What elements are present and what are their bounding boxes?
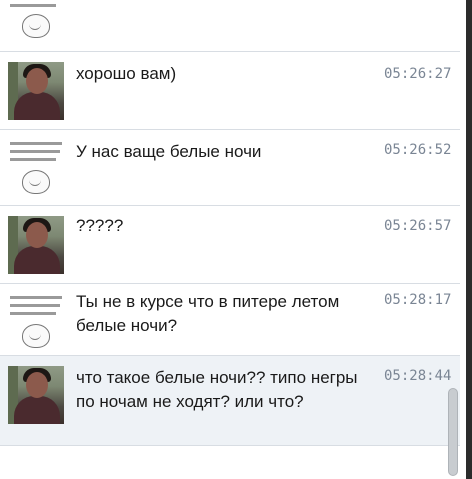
user-avatar[interactable] — [8, 216, 64, 274]
message-text: хорошо вам) — [76, 64, 177, 83]
user-avatar[interactable] — [8, 366, 64, 424]
scrollbar-thumb[interactable] — [448, 388, 458, 476]
meme-avatar[interactable] — [8, 0, 64, 42]
message-text: что такое белые ночи?? типо негры по ноч… — [76, 368, 358, 411]
message-time: 05:28:17 — [384, 292, 452, 308]
message-row: Ты не в курсе что в питере летом белые н… — [0, 284, 460, 356]
message-text: Ты не в курсе что в питере летом белые н… — [76, 292, 340, 335]
message-text: У нас ваще белые ночи — [76, 142, 262, 161]
message-text: ????? — [76, 216, 124, 235]
message-time: 05:26:52 — [384, 142, 452, 158]
meme-avatar[interactable] — [8, 138, 64, 196]
message-time: 05:28:44 — [384, 368, 452, 384]
message-row: У нас ваще белые ночи 05:26:52 — [0, 130, 460, 206]
message-row: что такое белые ночи?? типо негры по ноч… — [0, 356, 460, 446]
message-time: 05:26:57 — [384, 218, 452, 234]
message-row: хорошо вам) 05:26:27 — [0, 52, 460, 130]
message-time: 05:26:27 — [384, 66, 452, 82]
message-row: ????? 05:26:57 — [0, 206, 460, 284]
chat-window: хорошо вам) 05:26:27 У нас ваще белые но… — [0, 0, 466, 479]
user-avatar[interactable] — [8, 62, 64, 120]
meme-avatar[interactable] — [8, 292, 64, 350]
message-row — [0, 0, 460, 52]
